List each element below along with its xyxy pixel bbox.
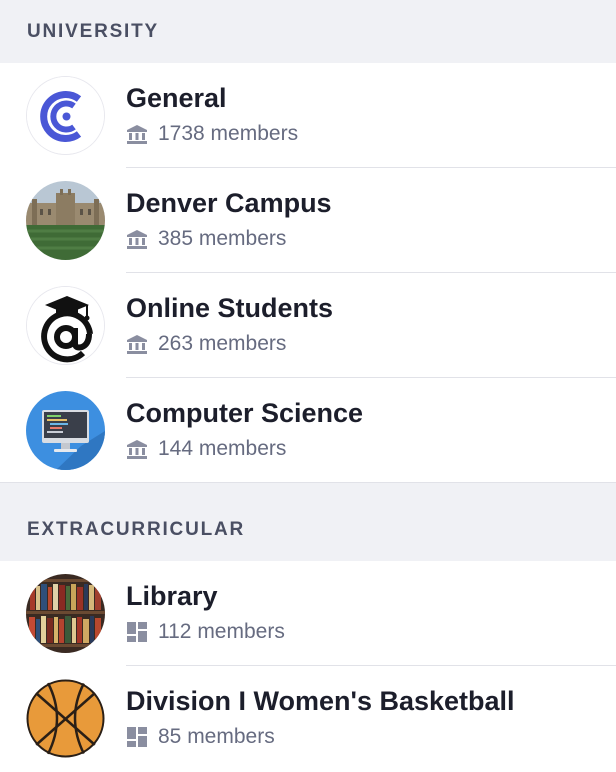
group-name: Computer Science bbox=[126, 398, 364, 428]
general-logo-avatar bbox=[26, 76, 105, 155]
library-avatar bbox=[26, 574, 105, 653]
section-header-university: UNIVERSITY bbox=[0, 0, 616, 63]
section-header-extracurricular: EXTRACURRICULAR bbox=[0, 483, 616, 561]
institution-icon bbox=[126, 333, 148, 355]
divider bbox=[0, 482, 616, 483]
list-item-computer-science[interactable]: Computer Science 144 members bbox=[0, 378, 616, 483]
member-count: 385 members bbox=[126, 227, 286, 251]
computer-science-avatar bbox=[26, 391, 105, 470]
member-count: 112 members bbox=[126, 620, 285, 644]
section-title: EXTRACURRICULAR bbox=[27, 519, 246, 540]
group-name: Division I Women's Basketball bbox=[126, 686, 515, 716]
member-count: 263 members bbox=[126, 332, 286, 356]
grid-icon bbox=[126, 621, 148, 643]
list-item-general[interactable]: General 1738 members bbox=[0, 63, 616, 168]
online-students-avatar bbox=[26, 286, 105, 365]
institution-icon bbox=[126, 123, 148, 145]
group-name: Library bbox=[126, 581, 218, 611]
group-name: Denver Campus bbox=[126, 188, 332, 218]
group-name: Online Students bbox=[126, 293, 334, 323]
institution-icon bbox=[126, 228, 148, 250]
list-item-denver-campus[interactable]: Denver Campus 385 members bbox=[0, 168, 616, 273]
list-item-womens-basketball[interactable]: Division I Women's Basketball 85 members bbox=[0, 666, 616, 771]
member-count: 1738 members bbox=[126, 122, 298, 146]
member-count: 144 members bbox=[126, 437, 286, 461]
list-item-library[interactable]: Library 112 members bbox=[0, 561, 616, 666]
group-name: General bbox=[126, 83, 227, 113]
member-count: 85 members bbox=[126, 725, 275, 749]
basketball-avatar bbox=[26, 679, 105, 758]
section-title: UNIVERSITY bbox=[27, 20, 160, 42]
grid-icon bbox=[126, 726, 148, 748]
denver-campus-avatar bbox=[26, 181, 105, 260]
institution-icon bbox=[126, 438, 148, 460]
list-item-online-students[interactable]: Online Students 263 members bbox=[0, 273, 616, 378]
